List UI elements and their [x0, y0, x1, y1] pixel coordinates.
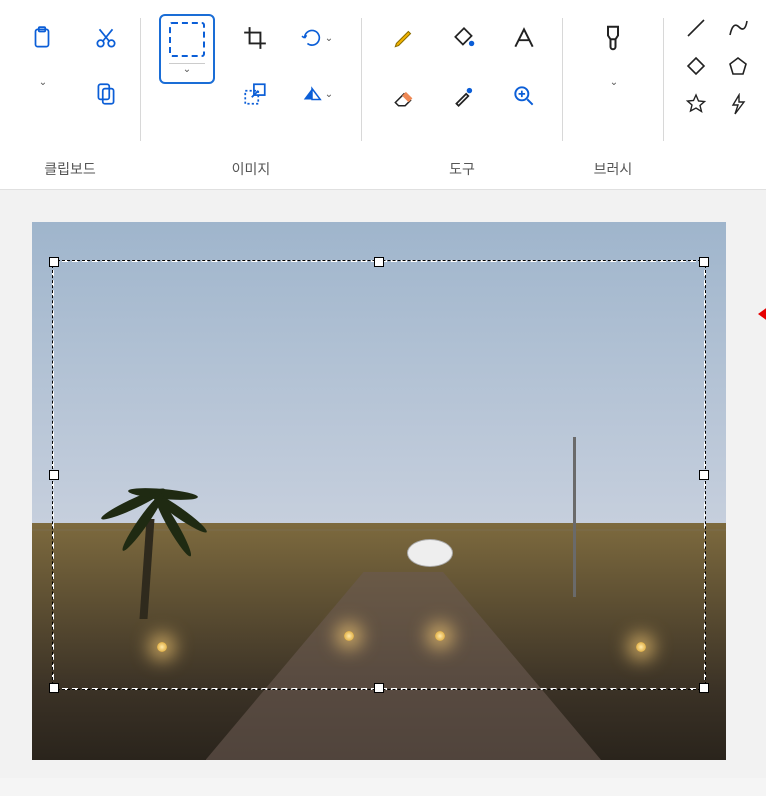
- flip-icon: [301, 81, 323, 107]
- arrow-left-icon: [758, 292, 766, 336]
- crop-icon: [242, 25, 268, 51]
- text-tool[interactable]: [500, 14, 548, 62]
- group-label-brushes: 브러시: [581, 145, 645, 179]
- paste-button[interactable]: [18, 14, 66, 62]
- cut-icon: [93, 25, 119, 51]
- cut-button[interactable]: [82, 14, 130, 62]
- selection-handle-n[interactable]: [374, 257, 384, 267]
- group-label-clipboard: 클립보드: [18, 145, 122, 179]
- copy-icon: [93, 81, 119, 107]
- ribbon: ⌄ 클립보드 ⌄: [0, 0, 766, 190]
- selection-handle-nw[interactable]: [49, 257, 59, 267]
- color-picker-tool[interactable]: [440, 72, 488, 120]
- rotate-button[interactable]: ⌄: [293, 14, 341, 62]
- copy-button[interactable]: [82, 70, 130, 118]
- pencil-icon: [391, 25, 417, 51]
- diamond-icon: [685, 55, 707, 77]
- ribbon-group-clipboard: ⌄ 클립보드: [0, 0, 140, 189]
- selection-marquee[interactable]: [52, 260, 706, 690]
- text-icon: [511, 25, 537, 51]
- select-icon: [169, 22, 205, 57]
- brush-icon: [598, 23, 628, 53]
- selection-handle-se[interactable]: [699, 683, 709, 693]
- eraser-tool[interactable]: [380, 72, 428, 120]
- resize-icon: [242, 81, 268, 107]
- brush-dropdown[interactable]: ⌄: [589, 70, 637, 94]
- fill-tool[interactable]: [440, 14, 488, 62]
- ribbon-group-shapes: [664, 0, 752, 189]
- selection-handle-sw[interactable]: [49, 683, 59, 693]
- pencil-tool[interactable]: [380, 14, 428, 62]
- shape-curve[interactable]: [724, 14, 752, 42]
- eraser-icon: [391, 83, 417, 109]
- fill-icon: [451, 25, 477, 51]
- selection-handle-e[interactable]: [699, 470, 709, 480]
- select-tool[interactable]: ⌄: [159, 14, 215, 84]
- magnifier-tool[interactable]: [500, 72, 548, 120]
- group-label-image: 이미지: [159, 145, 343, 179]
- shape-pentagon[interactable]: [724, 52, 752, 80]
- star-icon: [685, 93, 707, 115]
- magnify-icon: [511, 83, 537, 109]
- line-icon: [685, 17, 707, 39]
- pentagon-icon: [727, 55, 749, 77]
- shape-diamond[interactable]: [682, 52, 710, 80]
- shape-lightning[interactable]: [724, 90, 752, 118]
- ribbon-group-tools: 도구: [362, 0, 562, 189]
- paste-dropdown[interactable]: ⌄: [18, 70, 66, 94]
- shape-star[interactable]: [682, 90, 710, 118]
- group-label-shapes: [682, 165, 752, 179]
- selection-handle-s[interactable]: [374, 683, 384, 693]
- flip-button[interactable]: ⌄: [293, 70, 341, 118]
- canvas-area: [0, 190, 766, 778]
- select-dropdown[interactable]: ⌄: [169, 63, 205, 76]
- curve-icon: [727, 17, 749, 39]
- crop-button[interactable]: [231, 14, 279, 62]
- paste-icon: [29, 25, 55, 51]
- group-label-tools: 도구: [380, 145, 544, 179]
- ribbon-group-brushes: ⌄ 브러시: [563, 0, 663, 189]
- resize-button[interactable]: [231, 70, 279, 118]
- canvas[interactable]: [32, 222, 726, 760]
- selection-handle-ne[interactable]: [699, 257, 709, 267]
- rotate-icon: [301, 25, 323, 51]
- selection-handle-w[interactable]: [49, 470, 59, 480]
- shape-line[interactable]: [682, 14, 710, 42]
- lightning-icon: [727, 93, 749, 115]
- brush-tool[interactable]: [589, 14, 637, 62]
- ribbon-group-image: ⌄ ⌄ ⌄ 이미지: [141, 0, 361, 189]
- picker-icon: [451, 83, 477, 109]
